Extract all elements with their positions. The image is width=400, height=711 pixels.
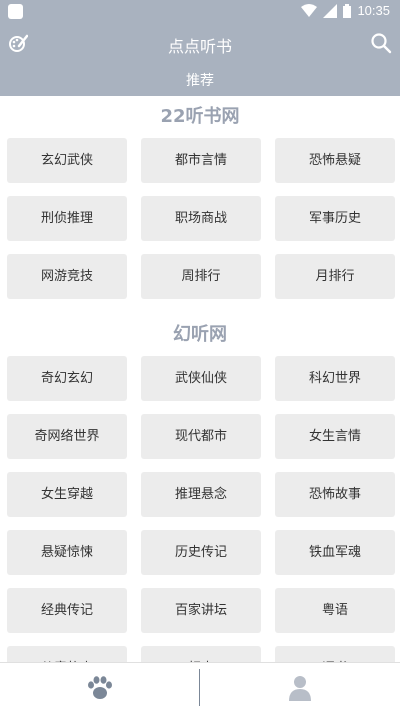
tab-recommend[interactable]: 推荐 xyxy=(0,70,400,90)
battery-icon xyxy=(343,3,352,18)
category-button[interactable]: 相声 xyxy=(141,646,261,662)
category-button[interactable]: 评书 xyxy=(275,646,395,662)
section-title: 幻听网 xyxy=(173,324,227,345)
app-bar: 点点听书 推荐 xyxy=(0,24,400,96)
category-button[interactable]: 周排行 xyxy=(141,254,261,299)
category-button[interactable]: 悬疑惊悚 xyxy=(7,530,127,575)
category-button[interactable]: 粤语 xyxy=(275,588,395,633)
category-button[interactable]: 武侠仙侠 xyxy=(141,356,261,401)
category-button[interactable]: 月排行 xyxy=(275,254,395,299)
category-button[interactable]: 奇网络世界 xyxy=(7,414,127,459)
category-button[interactable]: 奇幻玄幻 xyxy=(7,356,127,401)
category-grid: 奇幻玄幻 武侠仙侠 科幻世界 奇网络世界 现代都市 女生言情 女生穿越 推理悬念… xyxy=(0,356,400,662)
category-button[interactable]: 儿童故事 xyxy=(7,646,127,662)
category-button[interactable]: 女生言情 xyxy=(275,414,395,459)
category-button[interactable]: 恐怖悬疑 xyxy=(275,138,395,183)
content-scroll[interactable]: 22听书网 玄幻武侠 都市言情 恐怖悬疑 刑侦推理 职场商战 军事历史 网游竞技… xyxy=(0,96,400,662)
category-button[interactable]: 刑侦推理 xyxy=(7,196,127,241)
category-button[interactable]: 推理悬念 xyxy=(141,472,261,517)
category-button[interactable]: 网游竞技 xyxy=(7,254,127,299)
status-icons: 10:35 xyxy=(301,3,390,18)
category-grid: 玄幻武侠 都市言情 恐怖悬疑 刑侦推理 职场商战 军事历史 网游竞技 周排行 月… xyxy=(0,138,400,299)
category-button[interactable]: 铁血军魂 xyxy=(275,530,395,575)
nav-divider xyxy=(199,669,200,706)
paw-icon[interactable] xyxy=(86,675,114,701)
category-button[interactable]: 科幻世界 xyxy=(275,356,395,401)
app-title: 点点听书 xyxy=(167,37,232,56)
category-button[interactable]: 恐怖故事 xyxy=(275,472,395,517)
status-bar: 10:35 xyxy=(0,0,400,24)
category-button[interactable]: 都市言情 xyxy=(141,138,261,183)
category-button[interactable]: 女生穿越 xyxy=(7,472,127,517)
notification-icon xyxy=(8,4,23,19)
category-button[interactable]: 玄幻武侠 xyxy=(7,138,127,183)
category-button[interactable]: 经典传记 xyxy=(7,588,127,633)
category-button[interactable]: 百家讲坛 xyxy=(141,588,261,633)
search-icon[interactable] xyxy=(370,32,392,54)
section-title: 22听书网 xyxy=(160,106,240,127)
category-button[interactable]: 军事历史 xyxy=(275,196,395,241)
category-button[interactable]: 现代都市 xyxy=(141,414,261,459)
wifi-icon xyxy=(301,3,318,17)
category-button[interactable]: 职场商战 xyxy=(141,196,261,241)
bottom-nav xyxy=(0,662,400,711)
signal-icon xyxy=(323,3,338,18)
status-time: 10:35 xyxy=(357,3,390,18)
category-button[interactable]: 历史传记 xyxy=(141,530,261,575)
user-icon[interactable] xyxy=(288,675,312,701)
